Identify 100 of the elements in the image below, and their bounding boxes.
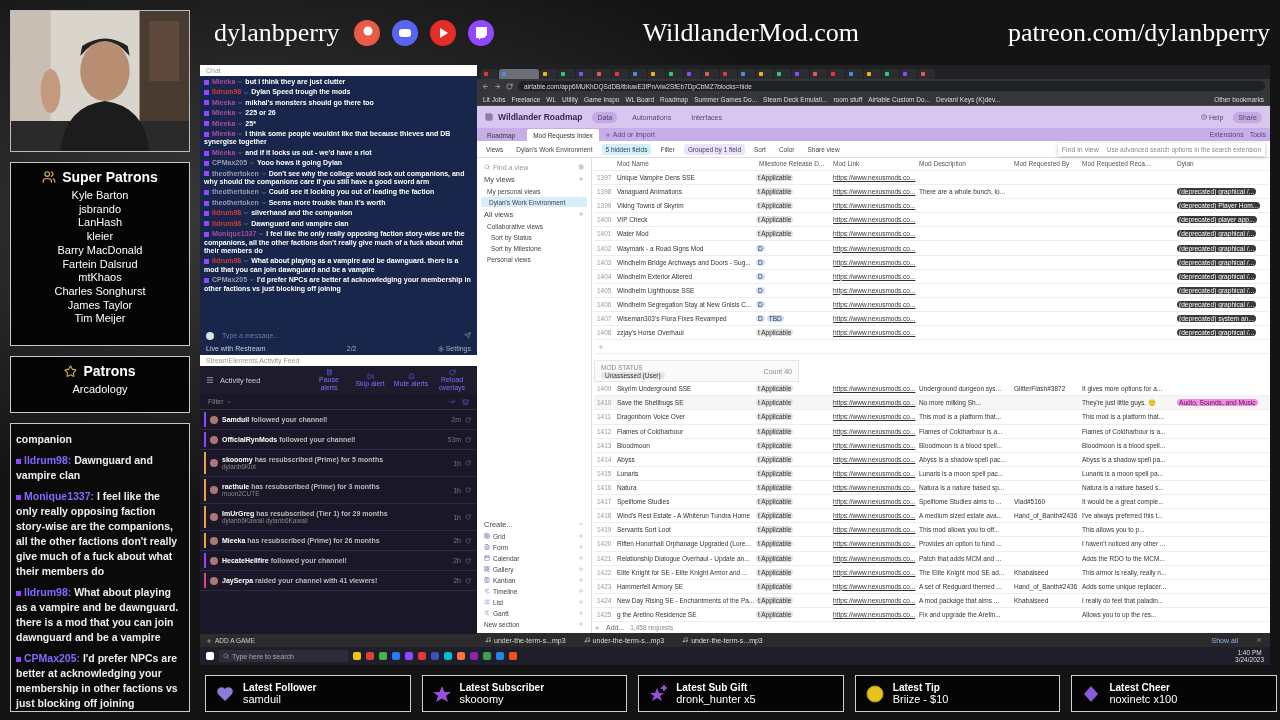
play-icon[interactable] <box>429 19 456 46</box>
chat-badge-icon <box>16 590 21 596</box>
avatar-icon <box>210 415 218 424</box>
replay-icon <box>465 487 471 493</box>
music-file-icon <box>485 637 491 643</box>
view-type-icon <box>484 544 490 550</box>
view-type-icon <box>484 555 490 561</box>
patron-name: Barry MacDonald <box>57 243 143 258</box>
browser-tab[interactable] <box>720 69 737 79</box>
alert-value: skooomy <box>459 693 505 705</box>
patron-name: Charles Songhurst <box>54 284 146 299</box>
patron-name: LanHash <box>77 216 122 231</box>
view-type-icon <box>484 566 490 572</box>
plus-icon <box>578 555 584 561</box>
browser-tab[interactable] <box>558 69 575 79</box>
panel-title: Patrons <box>83 363 136 379</box>
avatar-icon <box>210 486 218 494</box>
start-icon[interactable] <box>206 652 214 660</box>
alert-title: Latest Sub Gift <box>676 682 749 693</box>
plus-icon <box>578 544 584 550</box>
browser-tab[interactable] <box>594 69 611 79</box>
browser-tab[interactable] <box>612 69 629 79</box>
plus-icon <box>578 566 584 572</box>
browser-tab[interactable] <box>702 69 719 79</box>
browser-tab[interactable] <box>810 69 827 79</box>
pause-icon <box>325 369 333 376</box>
replay-icon <box>465 537 471 544</box>
chat-message: lldrum98: Dawnguard and vampire clan <box>16 453 154 483</box>
chat-bubble-icon[interactable] <box>467 19 494 46</box>
plus-icon <box>578 533 584 539</box>
star-icon <box>64 364 78 378</box>
browser-tab[interactable] <box>918 69 935 79</box>
chat-message: CPMax205: I'd prefer NPCs are better at acknowledging your membership in other factions vs just blocking off joining <box>16 651 179 711</box>
channel-name: dylanbperry <box>214 17 340 48</box>
browser-tab[interactable] <box>666 69 683 79</box>
caret-icon[interactable] <box>249 277 256 284</box>
bell-icon <box>407 372 415 380</box>
replay-icon <box>465 460 471 466</box>
browser-tab[interactable] <box>828 69 845 79</box>
plus-icon <box>598 343 604 350</box>
chevron-down-icon <box>578 521 584 527</box>
close-icon <box>1256 637 1262 643</box>
dot-icon[interactable] <box>353 19 380 46</box>
skip-icon <box>366 372 374 380</box>
patron-name: mtKhaos <box>78 271 122 285</box>
plus-icon <box>578 176 584 182</box>
alert-title: Latest Cheer <box>1109 682 1171 693</box>
search-icon <box>484 164 490 170</box>
browser-tab[interactable] <box>481 69 498 79</box>
patron-name: jsbrando <box>78 202 122 217</box>
chat-badge-icon <box>16 458 21 464</box>
plus-icon <box>578 599 584 605</box>
view-type-icon <box>484 599 490 605</box>
settings-icon <box>437 345 444 352</box>
replay-icon <box>465 514 471 520</box>
alert-value: samduil <box>243 693 282 705</box>
replay-icon <box>465 557 471 564</box>
stars-icon <box>648 683 669 704</box>
panel-title: Super Patrons <box>62 169 158 185</box>
patron-name: Fartein Dalsrud <box>62 257 138 272</box>
alert-title: Latest Tip <box>892 682 941 693</box>
patron-name: James Taylor <box>67 298 133 313</box>
crown-icon <box>462 398 469 405</box>
avatar-icon <box>210 536 218 545</box>
chat-badge-icon <box>16 494 21 500</box>
send-icon <box>464 332 471 339</box>
plus-icon <box>578 621 584 627</box>
browser-tab[interactable] <box>756 69 773 79</box>
browser-tab[interactable] <box>648 69 665 79</box>
avatar-icon <box>210 576 218 585</box>
chat-badge-icon <box>204 258 209 264</box>
chat-message: Monique1337: I feel like the only really opposing faction story-wise are the companions, all the other factions don't really give much of a fuck about what their members do <box>16 489 179 579</box>
help-icon <box>1200 114 1207 120</box>
browser-tab[interactable] <box>540 69 557 79</box>
avatar-icon <box>206 331 214 340</box>
alert-title: Latest Follower <box>243 682 317 693</box>
browser-tab[interactable] <box>882 69 899 79</box>
patron-name: Arcadology <box>72 383 128 397</box>
browser-tab[interactable] <box>864 69 881 79</box>
plus-icon <box>206 637 212 644</box>
browser-tab[interactable] <box>738 69 755 79</box>
search-icon <box>223 653 229 659</box>
back-icon <box>482 82 489 90</box>
browser-tab[interactable] <box>774 69 791 79</box>
caret-icon[interactable] <box>243 258 250 265</box>
replay-icon <box>465 416 471 423</box>
reload-icon <box>448 369 456 376</box>
website-text: WildlanderMod.com <box>642 17 859 48</box>
browser-tab[interactable] <box>630 69 647 79</box>
caret-icon[interactable] <box>258 231 265 238</box>
plus-icon <box>578 211 584 217</box>
avatar-icon <box>210 556 218 565</box>
chevron-down-icon <box>225 398 232 405</box>
music-file-icon <box>583 637 590 643</box>
browser-tab[interactable] <box>846 69 863 79</box>
coin-icon <box>864 683 885 704</box>
replay-icon <box>465 436 471 443</box>
menu-icon <box>206 376 214 384</box>
plus-icon <box>604 131 611 138</box>
plus-icon <box>578 577 584 583</box>
